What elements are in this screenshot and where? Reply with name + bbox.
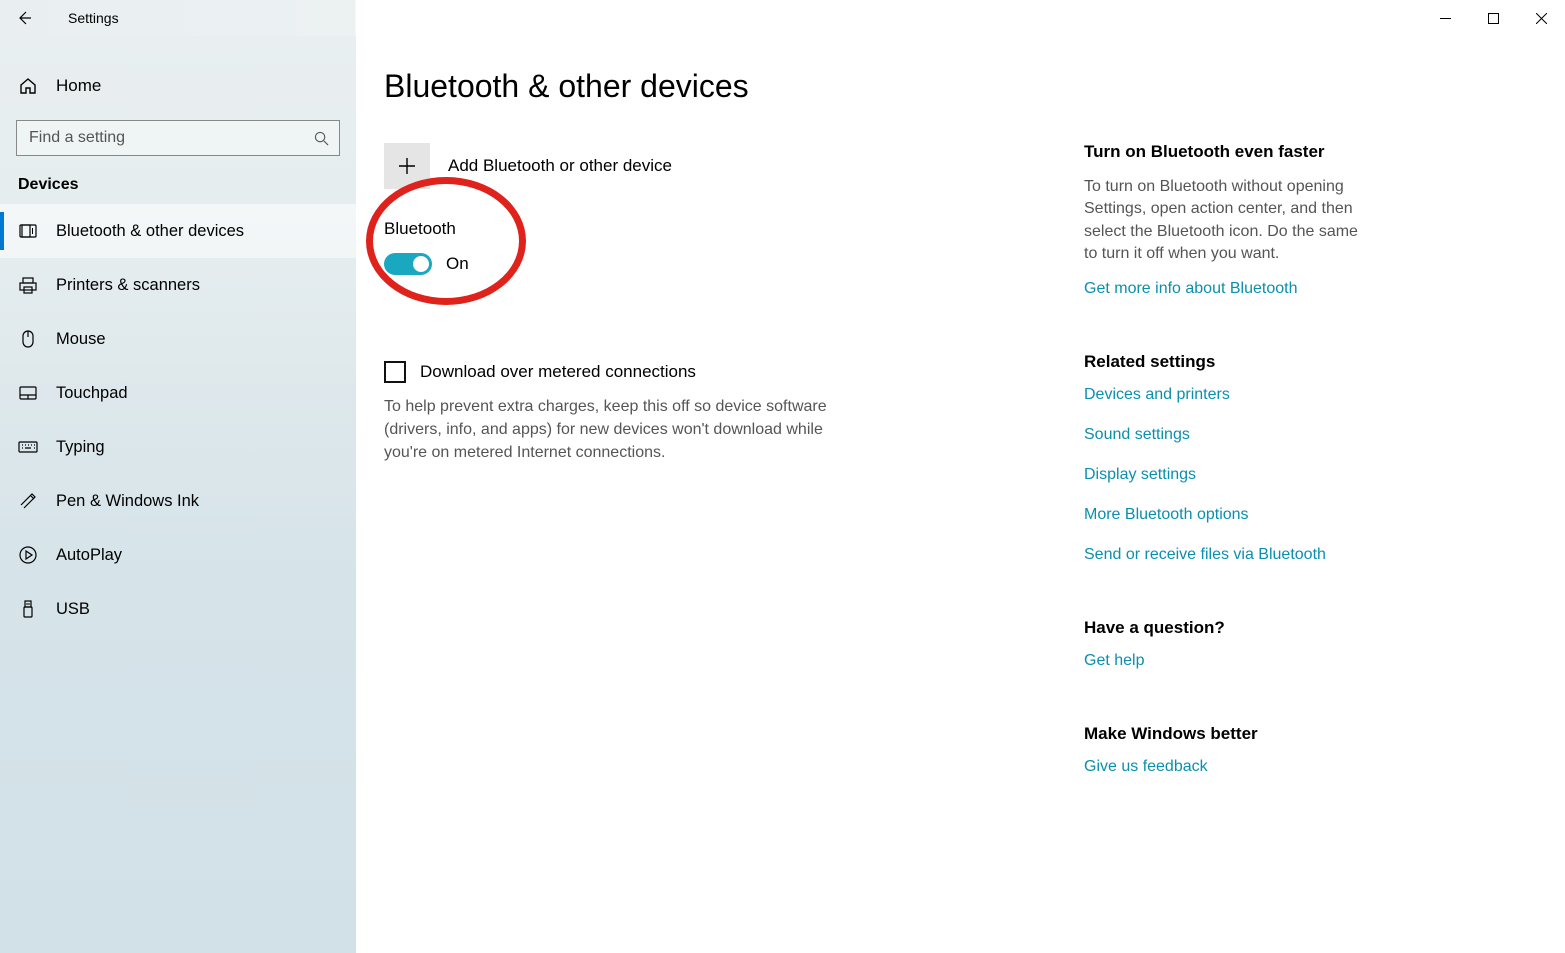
bluetooth-toggle[interactable] <box>384 253 432 275</box>
window-title: Settings <box>68 10 119 26</box>
sidebar-item-label: AutoPlay <box>56 546 122 565</box>
checkbox-icon <box>384 361 406 383</box>
maximize-icon <box>1488 13 1499 24</box>
right-section-heading: Make Windows better <box>1084 724 1474 744</box>
sidebar-item-printer[interactable]: Printers & scanners <box>0 258 356 312</box>
right-link[interactable]: More Bluetooth options <box>1084 506 1474 524</box>
right-link[interactable]: Send or receive files via Bluetooth <box>1084 546 1474 564</box>
autoplay-icon <box>18 545 38 565</box>
close-button[interactable] <box>1517 0 1565 36</box>
right-link[interactable]: Sound settings <box>1084 426 1474 444</box>
search-input-wrap[interactable] <box>16 120 340 156</box>
bluetooth-icon <box>18 221 38 241</box>
sidebar-item-keyboard[interactable]: Typing <box>0 420 356 474</box>
sidebar: Home Devices Bluetooth & other devices Pr… <box>0 36 356 953</box>
right-section: Turn on Bluetooth even faster To turn on … <box>1084 142 1474 298</box>
back-button[interactable] <box>0 0 48 36</box>
right-section-heading: Related settings <box>1084 352 1474 372</box>
sidebar-item-label: Touchpad <box>56 384 128 403</box>
sidebar-item-label: USB <box>56 600 90 619</box>
minimize-button[interactable] <box>1421 0 1469 36</box>
sidebar-item-label: Mouse <box>56 330 106 349</box>
titlebar: Settings <box>0 0 1565 36</box>
keyboard-icon <box>18 437 38 457</box>
right-section-heading: Have a question? <box>1084 618 1474 638</box>
page-title: Bluetooth & other devices <box>384 68 1084 105</box>
back-arrow-icon <box>16 10 32 26</box>
search-icon <box>314 131 329 146</box>
search-input[interactable] <box>29 129 314 147</box>
metered-checkbox-label: Download over metered connections <box>420 362 696 382</box>
sidebar-item-label: Bluetooth & other devices <box>56 222 244 241</box>
right-section: Have a question? Get help <box>1084 618 1474 670</box>
right-section: Related settings Devices and printers Soun… <box>1084 352 1474 564</box>
right-info-column: Turn on Bluetooth even faster To turn on … <box>1084 68 1514 953</box>
right-link[interactable]: Give us feedback <box>1084 758 1474 776</box>
sidebar-item-mouse[interactable]: Mouse <box>0 312 356 366</box>
minimize-icon <box>1440 13 1451 24</box>
category-heading: Devices <box>0 176 356 204</box>
pen-icon <box>18 491 38 511</box>
close-icon <box>1536 13 1547 24</box>
bluetooth-label: Bluetooth <box>384 219 1084 239</box>
sidebar-item-label: Pen & Windows Ink <box>56 492 199 511</box>
home-icon <box>18 76 38 96</box>
add-device-label: Add Bluetooth or other device <box>448 156 672 176</box>
right-link[interactable]: Get help <box>1084 652 1474 670</box>
right-section: Make Windows better Give us feedback <box>1084 724 1474 776</box>
maximize-button[interactable] <box>1469 0 1517 36</box>
usb-icon <box>18 599 38 619</box>
metered-description: To help prevent extra charges, keep this… <box>384 395 864 465</box>
right-section-heading: Turn on Bluetooth even faster <box>1084 142 1474 162</box>
touchpad-icon <box>18 383 38 403</box>
sidebar-item-autoplay[interactable]: AutoPlay <box>0 528 356 582</box>
right-link[interactable]: Devices and printers <box>1084 386 1474 404</box>
main-content: Bluetooth & other devices Add Bluetooth … <box>356 36 1565 953</box>
mouse-icon <box>18 329 38 349</box>
right-link[interactable]: Get more info about Bluetooth <box>1084 280 1474 298</box>
sidebar-item-label: Typing <box>56 438 105 457</box>
metered-connections-checkbox[interactable]: Download over metered connections <box>384 361 864 383</box>
right-section-desc: To turn on Bluetooth without opening Set… <box>1084 176 1364 266</box>
sidebar-item-touchpad[interactable]: Touchpad <box>0 366 356 420</box>
add-device-button[interactable]: Add Bluetooth or other device <box>384 143 1084 189</box>
home-button[interactable]: Home <box>0 64 356 108</box>
sidebar-item-usb[interactable]: USB <box>0 582 356 636</box>
right-link[interactable]: Display settings <box>1084 466 1474 484</box>
sidebar-item-pen[interactable]: Pen & Windows Ink <box>0 474 356 528</box>
sidebar-item-bluetooth[interactable]: Bluetooth & other devices <box>0 204 356 258</box>
printer-icon <box>18 275 38 295</box>
nav-list: Bluetooth & other devices Printers & scan… <box>0 204 356 636</box>
bluetooth-state-text: On <box>446 254 469 274</box>
home-label: Home <box>56 76 101 96</box>
plus-icon <box>384 143 430 189</box>
sidebar-item-label: Printers & scanners <box>56 276 200 295</box>
annotation-highlight <box>366 177 526 305</box>
